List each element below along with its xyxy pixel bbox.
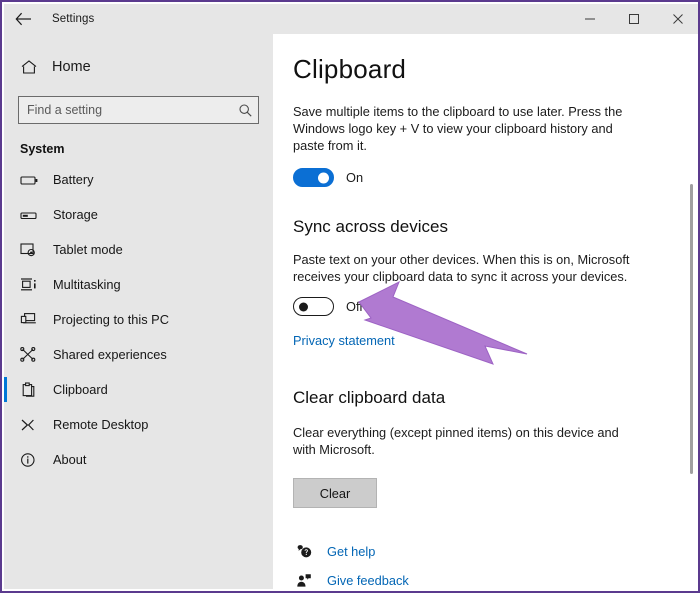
sidebar-home-label: Home	[52, 59, 91, 75]
settings-window: Settings	[0, 0, 700, 593]
sidebar-section-title: System	[4, 142, 273, 156]
sidebar-item-label: Storage	[53, 207, 98, 222]
multitasking-icon	[20, 277, 44, 293]
sidebar: Home System Ba	[4, 34, 273, 589]
sidebar-item-multitasking[interactable]: Multitasking	[4, 267, 273, 302]
sidebar-item-about[interactable]: About	[4, 442, 273, 477]
search-input[interactable]	[19, 97, 232, 123]
clear-description: Clear everything (except pinned items) o…	[293, 424, 637, 458]
give-feedback-link[interactable]: Give feedback	[293, 573, 696, 588]
share-icon	[20, 347, 44, 363]
close-icon	[672, 13, 684, 25]
main-content: Clipboard Save multiple items to the cli…	[273, 34, 696, 589]
window-controls	[568, 4, 700, 34]
maximize-icon	[628, 13, 640, 25]
privacy-statement-row: Privacy statement	[293, 332, 696, 350]
clipboard-history-toggle-state: On	[346, 170, 363, 185]
clipboard-history-description: Save multiple items to the clipboard to …	[293, 103, 637, 154]
minimize-button[interactable]	[568, 4, 612, 34]
title-bar: Settings	[4, 4, 700, 34]
content-scrollbar[interactable]	[688, 34, 696, 589]
sidebar-nav-list: Battery Storage	[4, 162, 273, 477]
info-icon	[20, 452, 44, 468]
title-bar-left: Settings	[4, 4, 94, 34]
give-feedback-label: Give feedback	[327, 573, 409, 588]
content-inner: Clipboard Save multiple items to the cli…	[273, 34, 696, 588]
sidebar-item-label: Remote Desktop	[53, 417, 148, 432]
sidebar-item-battery[interactable]: Battery	[4, 162, 273, 197]
sidebar-item-label: Shared experiences	[53, 347, 167, 362]
app-title: Settings	[52, 13, 94, 25]
sidebar-item-label: Multitasking	[53, 277, 121, 292]
page-title: Clipboard	[293, 54, 696, 85]
give-feedback-icon	[293, 573, 315, 588]
clear-section-heading: Clear clipboard data	[293, 388, 696, 408]
sidebar-item-remote-desktop[interactable]: Remote Desktop	[4, 407, 273, 442]
projecting-icon	[20, 312, 44, 328]
scrollbar-thumb[interactable]	[690, 184, 693, 474]
sync-description: Paste text on your other devices. When t…	[293, 251, 637, 285]
sidebar-item-label: About	[53, 452, 86, 467]
sidebar-item-tablet-mode[interactable]: Tablet mode	[4, 232, 273, 267]
privacy-statement-link[interactable]: Privacy statement	[293, 333, 395, 348]
clear-button-row: Clear	[293, 478, 696, 508]
sidebar-item-label: Battery	[53, 172, 94, 187]
battery-icon	[20, 173, 44, 187]
minimize-icon	[584, 13, 596, 25]
home-icon	[20, 59, 46, 75]
storage-icon	[20, 208, 44, 222]
sidebar-item-clipboard[interactable]: Clipboard	[4, 372, 273, 407]
toggle-knob	[299, 302, 308, 311]
clear-button[interactable]: Clear	[293, 478, 377, 508]
toggle-knob	[318, 172, 329, 183]
help-links: Get help Give feedback	[293, 544, 696, 588]
sync-toggle-state: Off	[346, 299, 363, 314]
get-help-link[interactable]: Get help	[293, 544, 696, 559]
back-arrow-icon	[15, 12, 32, 26]
sidebar-item-storage[interactable]: Storage	[4, 197, 273, 232]
sidebar-item-label: Projecting to this PC	[53, 312, 169, 327]
sidebar-item-shared-experiences[interactable]: Shared experiences	[4, 337, 273, 372]
sync-toggle[interactable]	[293, 297, 334, 316]
close-button[interactable]	[656, 4, 700, 34]
sync-section-heading: Sync across devices	[293, 217, 696, 237]
selection-indicator	[4, 377, 7, 402]
tablet-icon	[20, 242, 44, 258]
back-button[interactable]	[4, 5, 42, 33]
remote-desktop-icon	[20, 417, 44, 433]
search-box[interactable]	[18, 96, 259, 124]
sidebar-item-projecting-to-this-pc[interactable]: Projecting to this PC	[4, 302, 273, 337]
sidebar-item-label: Clipboard	[53, 382, 108, 397]
sidebar-item-label: Tablet mode	[53, 242, 123, 257]
clipboard-icon	[20, 382, 44, 398]
clipboard-history-toggle-row: On	[293, 168, 696, 187]
get-help-icon	[293, 544, 315, 559]
sidebar-item-home[interactable]: Home	[4, 50, 273, 84]
sync-toggle-row: Off	[293, 297, 696, 316]
search-icon	[232, 103, 258, 118]
clipboard-history-toggle[interactable]	[293, 168, 334, 187]
get-help-label: Get help	[327, 544, 375, 559]
maximize-button[interactable]	[612, 4, 656, 34]
